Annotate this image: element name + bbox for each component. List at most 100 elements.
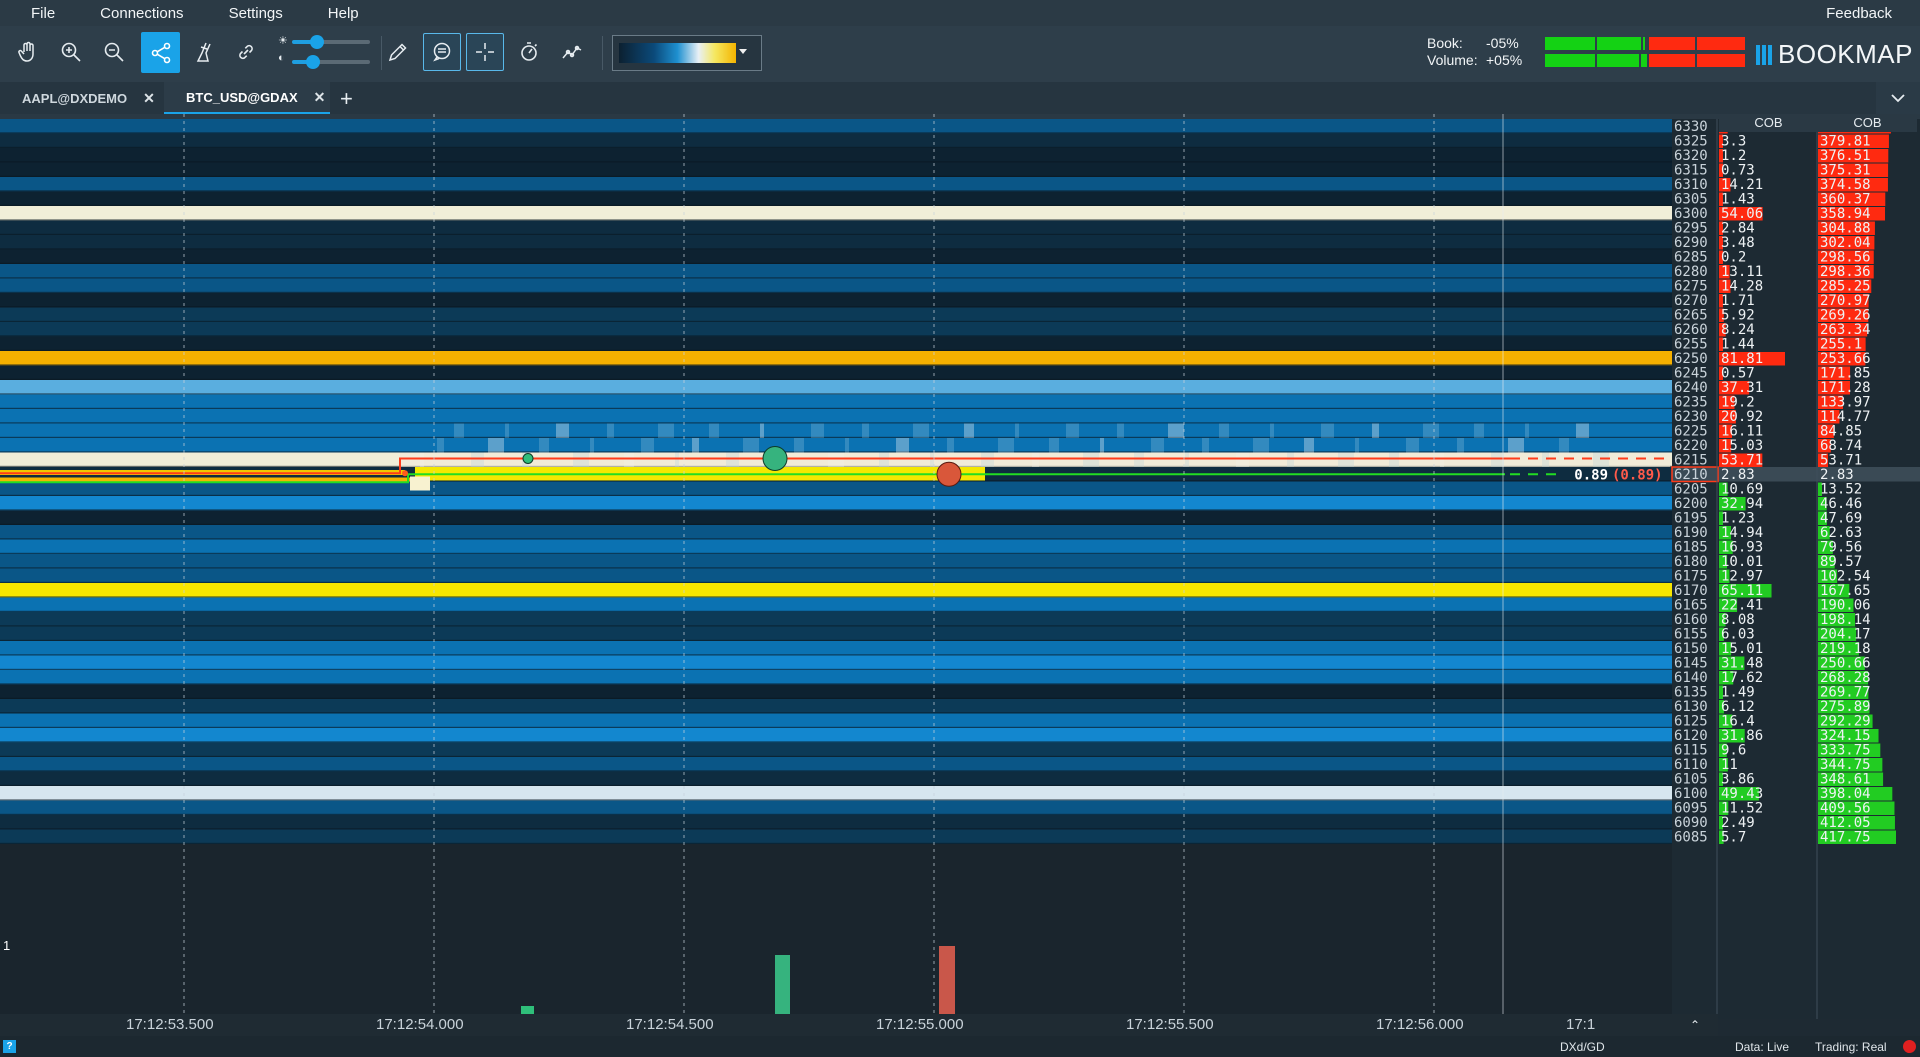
heatmap-row[interactable] — [0, 438, 1672, 453]
heatmap-row[interactable] — [0, 336, 1672, 352]
heatmap-row[interactable] — [0, 612, 1672, 627]
time-axis-label: 17:12:53.500 — [126, 1016, 214, 1033]
heatmap-row[interactable] — [0, 409, 1672, 424]
heatmap-row[interactable] — [0, 351, 1672, 366]
cob-header-left[interactable]: COB — [1719, 114, 1818, 132]
heatmap-row[interactable] — [0, 713, 1672, 729]
cob-value-left[interactable]: 5.7 — [1721, 830, 1746, 846]
buy-trade-bubble[interactable] — [762, 446, 788, 471]
heatmap-row[interactable] — [0, 684, 1672, 700]
heatmap-row[interactable] — [0, 235, 1672, 250]
info-icon[interactable]: ? — [3, 1040, 16, 1053]
heatmap-noise — [1100, 438, 1104, 453]
collapse-button[interactable] — [1876, 82, 1920, 114]
heatmap-chart[interactable]: 0.89(0.89)1633010.75390.5663253.3379.816… — [0, 114, 1920, 1019]
heatmap-row[interactable] — [0, 278, 1672, 294]
heatmap-row[interactable] — [0, 554, 1672, 569]
contrast-slider[interactable] — [306, 55, 320, 69]
heatmap-row[interactable] — [0, 757, 1672, 772]
heatmap-row[interactable] — [0, 496, 1672, 511]
zoom-out-icon[interactable] — [95, 33, 133, 71]
heatmap-noise — [811, 423, 824, 438]
heatmap-noise — [1066, 423, 1079, 438]
heatmap-row[interactable] — [0, 670, 1672, 685]
heatmap-row[interactable] — [0, 394, 1672, 410]
heatmap-row[interactable] — [0, 162, 1672, 178]
heatmap-noise — [964, 423, 974, 438]
share-icon[interactable] — [141, 32, 180, 73]
heatmap-row[interactable] — [0, 322, 1672, 337]
heatmap-row[interactable] — [0, 206, 1672, 221]
heatmap-row[interactable] — [0, 148, 1672, 163]
tab-label: AAPL@DXDEMO — [22, 90, 128, 106]
cob-value-right[interactable]: 417.75 — [1820, 830, 1871, 846]
heatmap-row[interactable] — [0, 539, 1672, 555]
menu-help[interactable]: Help — [298, 5, 374, 22]
pencil-icon[interactable] — [379, 33, 417, 71]
close-icon[interactable]: ✕ — [143, 90, 155, 107]
heatmap-row[interactable] — [0, 119, 1672, 134]
heatmap-row-gap — [0, 610, 1672, 612]
tab-btc-usd[interactable]: BTC_USD@GDAX ✕ — [164, 82, 330, 114]
heatmap-row[interactable] — [0, 365, 1672, 381]
line-chart-icon[interactable] — [553, 33, 591, 71]
heatmap-row[interactable] — [0, 597, 1672, 613]
heatmap-row[interactable] — [0, 728, 1672, 743]
heatmap-row[interactable] — [0, 641, 1672, 656]
tab-aapl[interactable]: AAPL@DXDEMO ✕ — [0, 82, 163, 114]
heatmap-row[interactable] — [0, 423, 1672, 439]
buy-trade-bubble[interactable] — [522, 453, 534, 464]
heatmap-row[interactable] — [0, 786, 1672, 801]
heatmap-row[interactable] — [0, 481, 1672, 497]
heatmap-row[interactable] — [0, 133, 1672, 149]
ladder-price[interactable]: 6085 — [1674, 830, 1708, 846]
hand-icon[interactable] — [9, 33, 47, 71]
heatmap-row[interactable] — [0, 249, 1672, 265]
menu-connections[interactable]: Connections — [70, 5, 198, 22]
heatmap-row-gap — [0, 378, 1672, 380]
chat-icon[interactable] — [423, 33, 461, 71]
stopwatch-icon[interactable] — [510, 33, 548, 71]
heatmap-row[interactable] — [0, 264, 1672, 279]
heatmap-row[interactable] — [0, 380, 1672, 395]
heatmap-row[interactable] — [0, 525, 1672, 540]
flask-icon[interactable] — [185, 33, 223, 71]
heatmap-svg[interactable]: 0.89(0.89)1633010.75390.5663253.3379.816… — [0, 114, 1920, 1019]
crosshair-icon[interactable] — [466, 33, 504, 71]
heatmap-row[interactable] — [0, 307, 1672, 323]
heatmap-row-gap — [0, 436, 1672, 438]
heatmap-gradient-preview — [619, 43, 736, 63]
heatmap-row[interactable] — [0, 742, 1672, 758]
feedback-link[interactable]: Feedback — [1826, 5, 1892, 22]
heatmap-row[interactable] — [0, 583, 1672, 598]
heatmap-row[interactable] — [0, 800, 1672, 816]
chevron-up-icon[interactable]: ⌃ — [1672, 1014, 1718, 1036]
menu-settings[interactable]: Settings — [199, 5, 298, 22]
cob-header-right[interactable]: COB — [1818, 114, 1917, 132]
heatmap-row[interactable] — [0, 191, 1672, 207]
zoom-in-icon[interactable] — [52, 33, 90, 71]
close-icon[interactable]: ✕ — [314, 89, 326, 106]
sell-trade-bubble[interactable] — [936, 461, 962, 487]
heatmap-row-gap — [0, 190, 1672, 192]
link-icon[interactable] — [227, 33, 265, 71]
heatmap-row[interactable] — [0, 293, 1672, 308]
add-tab-button[interactable]: + — [340, 86, 353, 112]
heatmap-row[interactable] — [0, 829, 1672, 845]
heatmap-row-gap — [0, 712, 1672, 714]
heatmap-row[interactable] — [0, 510, 1672, 526]
heatmap-row[interactable] — [0, 655, 1672, 671]
heatmap-row[interactable] — [0, 699, 1672, 714]
heatmap-noise — [1253, 438, 1269, 453]
sell-trade-bubble[interactable] — [402, 470, 408, 477]
brightness-slider[interactable] — [310, 35, 324, 49]
heatmap-row[interactable] — [0, 815, 1672, 830]
heatmap-row-gap — [0, 567, 1672, 569]
heatmap-row[interactable] — [0, 177, 1672, 192]
heatmap-row[interactable] — [0, 626, 1672, 642]
heatmap-gradient-select[interactable] — [612, 35, 762, 71]
heatmap-row[interactable] — [0, 771, 1672, 787]
heatmap-row[interactable] — [0, 568, 1672, 584]
menu-file[interactable]: File — [0, 5, 70, 22]
heatmap-row[interactable] — [0, 220, 1672, 236]
